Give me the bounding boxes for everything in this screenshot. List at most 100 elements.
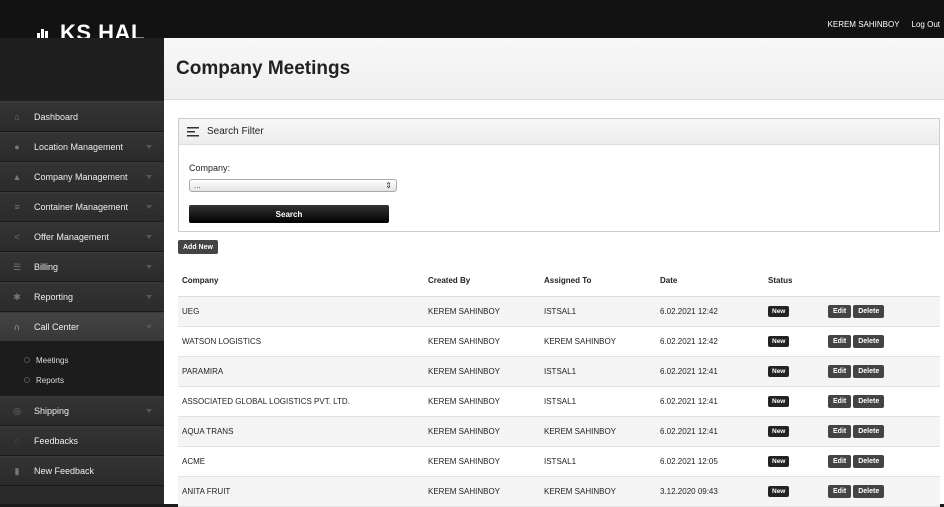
- edit-button[interactable]: Edit: [828, 424, 852, 438]
- top-bar: KS HAL KEREM SAHINBOY Log Out: [0, 0, 944, 45]
- delete-button[interactable]: Delete: [853, 304, 885, 318]
- cell-company: WATSON LOGISTICS: [178, 326, 424, 357]
- sidebar-item-label: Shipping: [34, 406, 70, 416]
- sidebar: ⌂ Dashboard ● Location Management ▲ Company…: [0, 38, 164, 504]
- user-name-link[interactable]: KEREM SAHINBOY: [828, 20, 900, 29]
- column-header-status[interactable]: Status: [764, 266, 824, 297]
- status-badge: New: [768, 305, 790, 317]
- table-row: ANITA FRUIT KEREM SAHINBOY KEREM SAHINBOY 3…: [178, 476, 940, 507]
- edit-button[interactable]: Edit: [828, 364, 852, 378]
- chevron-down-icon: [146, 175, 152, 179]
- cell-date: 6.02.2021 12:41: [656, 386, 764, 417]
- cell-actions: Edit Delete: [824, 476, 940, 507]
- filter-list-icon: [187, 126, 199, 136]
- search-filter-panel: Search Filter Company: ... ⇕ Search: [178, 118, 940, 232]
- cell-actions: Edit Delete: [824, 296, 940, 327]
- sidebar-item-dashboard[interactable]: ⌂ Dashboard: [0, 102, 164, 132]
- sidebar-item-billing[interactable]: ☰ Billing: [0, 252, 164, 282]
- table-row: PARAMIRA KEREM SAHINBOY ISTSAL1 6.02.2021 1…: [178, 356, 940, 387]
- cell-company: ASSOCIATED GLOBAL LOGISTICS PVT. LTD.: [178, 386, 424, 417]
- meetings-table: Company Created By Assigned To Date Stat…: [178, 266, 940, 507]
- headset-icon: ∩: [13, 322, 21, 332]
- status-badge: New: [768, 335, 790, 347]
- cell-assigned-to: ISTSAL1: [540, 296, 656, 327]
- chevron-down-icon: [146, 265, 152, 269]
- logout-link[interactable]: Log Out: [912, 20, 940, 29]
- delete-button[interactable]: Delete: [853, 364, 885, 378]
- delete-button[interactable]: Delete: [853, 454, 885, 468]
- sidebar-item-label: Company Management: [34, 172, 128, 182]
- submenu-item-meetings[interactable]: Meetings: [0, 350, 164, 370]
- sidebar-item-offer-management[interactable]: < Offer Management: [0, 222, 164, 252]
- edit-button[interactable]: Edit: [828, 334, 852, 348]
- sidebar-item-location-management[interactable]: ● Location Management: [0, 132, 164, 162]
- cell-created-by: KEREM SAHINBOY: [424, 326, 540, 357]
- sidebar-header: [0, 38, 164, 102]
- cell-actions: Edit Delete: [824, 386, 940, 417]
- sidebar-item-container-management[interactable]: ≡ Container Management: [0, 192, 164, 222]
- cell-company: AQUA TRANS: [178, 416, 424, 447]
- status-badge: New: [768, 485, 790, 497]
- cell-date: 6.02.2021 12:05: [656, 446, 764, 477]
- cell-company: ANITA FRUIT: [178, 476, 424, 507]
- sidebar-item-company-management[interactable]: ▲ Company Management: [0, 162, 164, 192]
- pin-icon: ●: [14, 142, 20, 152]
- company-select[interactable]: ... ⇕: [189, 179, 397, 192]
- table-header-row: Company Created By Assigned To Date Stat…: [178, 266, 940, 297]
- cell-created-by: KEREM SAHINBOY: [424, 356, 540, 387]
- column-header-company[interactable]: Company: [178, 266, 424, 297]
- cell-assigned-to: KEREM SAHINBOY: [540, 476, 656, 507]
- chevron-down-icon: [146, 205, 152, 209]
- sidebar-item-label: Billing: [34, 262, 59, 272]
- table-row: UEG KEREM SAHINBOY ISTSAL1 6.02.2021 12:42 N…: [178, 296, 940, 327]
- sidebar-item-reporting[interactable]: ✱ Reporting: [0, 282, 164, 312]
- home-icon: ⌂: [14, 112, 20, 122]
- sidebar-item-call-center[interactable]: ∩ Call Center: [0, 312, 164, 342]
- status-badge: New: [768, 455, 790, 467]
- status-badge: New: [768, 425, 790, 437]
- compass-icon: ◎: [13, 405, 21, 416]
- search-filter-header: Search Filter: [179, 119, 939, 145]
- table-row: AQUA TRANS KEREM SAHINBOY KEREM SAHINBOY 6.…: [178, 416, 940, 447]
- sidebar-item-label: New Feedback: [34, 466, 95, 476]
- sidebar-item-label: Container Management: [34, 202, 129, 212]
- cell-status: New: [764, 296, 824, 327]
- chevron-down-icon: [146, 145, 152, 149]
- edit-button[interactable]: Edit: [828, 394, 852, 408]
- cell-status: New: [764, 446, 824, 477]
- sidebar-item-feedbacks[interactable]: ◌ Feedbacks: [0, 426, 164, 456]
- list-icon: ☰: [12, 261, 22, 272]
- chevron-down-icon: [146, 295, 152, 299]
- cell-actions: Edit Delete: [824, 356, 940, 387]
- column-header-created-by[interactable]: Created By: [424, 266, 540, 297]
- edit-button[interactable]: Edit: [828, 304, 852, 318]
- cell-created-by: KEREM SAHINBOY: [424, 386, 540, 417]
- sidebar-item-label: Location Management: [34, 142, 124, 152]
- delete-button[interactable]: Delete: [853, 484, 885, 498]
- sidebar-item-new-feedback[interactable]: ▮ New Feedback: [0, 456, 164, 486]
- sidebar-item-label: Offer Management: [34, 232, 109, 242]
- user-icon: ▲: [12, 172, 22, 182]
- share-icon: <: [14, 232, 20, 242]
- bullet-icon: [24, 357, 30, 363]
- column-header-assigned-to[interactable]: Assigned To: [540, 266, 656, 297]
- sidebar-item-label: Reporting: [34, 292, 74, 302]
- delete-button[interactable]: Delete: [853, 394, 885, 408]
- edit-button[interactable]: Edit: [828, 484, 852, 498]
- edit-button[interactable]: Edit: [828, 454, 852, 468]
- cell-assigned-to: ISTSAL1: [540, 356, 656, 387]
- delete-button[interactable]: Delete: [853, 334, 885, 348]
- submenu-item-reports[interactable]: Reports: [0, 370, 164, 390]
- sidebar-item-shipping[interactable]: ◎ Shipping: [0, 396, 164, 426]
- submenu-item-label: Meetings: [36, 355, 69, 365]
- search-button[interactable]: Search: [189, 205, 389, 223]
- sidebar-item-label: Feedbacks: [34, 436, 79, 446]
- add-new-button[interactable]: Add New: [178, 240, 218, 254]
- main-content: Company Meetings Search Filter Company: …: [164, 38, 944, 507]
- cell-created-by: KEREM SAHINBOY: [424, 446, 540, 477]
- cell-actions: Edit Delete: [824, 416, 940, 447]
- column-header-date[interactable]: Date: [656, 266, 764, 297]
- cell-status: New: [764, 356, 824, 387]
- delete-button[interactable]: Delete: [853, 424, 885, 438]
- table-row: WATSON LOGISTICS KEREM SAHINBOY KEREM SAHI…: [178, 326, 940, 357]
